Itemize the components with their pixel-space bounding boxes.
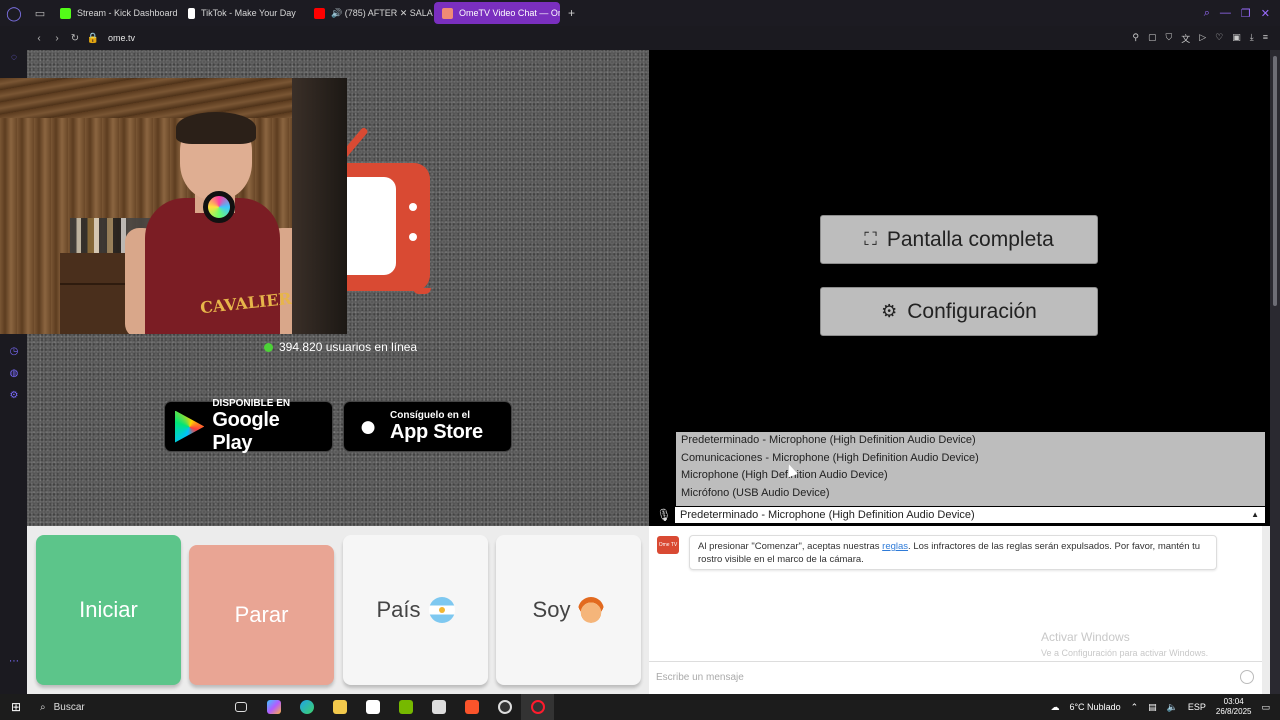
mic-option[interactable]: Microphone (High Definition Audio Device…	[676, 467, 1265, 485]
search-icon: ⌕	[40, 701, 46, 713]
lock-icon: 🔒	[86, 32, 100, 44]
ometv-icon	[442, 7, 453, 19]
new-tab-button[interactable]: +	[560, 6, 583, 20]
settings-icon[interactable]: ⚙	[8, 390, 20, 402]
mic-option[interactable]: Micrófono (USB Audio Device)	[676, 485, 1265, 503]
translate-icon[interactable]: 文	[1181, 32, 1190, 45]
menu-icon[interactable]: ≡	[1263, 32, 1268, 45]
more-icon[interactable]: ⋯	[8, 656, 20, 668]
mail-icon[interactable]	[422, 694, 455, 720]
reload-icon[interactable]: ↻	[66, 33, 84, 44]
taskbar-search[interactable]: ⌕ Buscar	[32, 696, 224, 718]
history-icon[interactable]: ◷	[8, 346, 20, 358]
microphone-icon: 🎙	[656, 507, 672, 522]
activate-windows-watermark: Activar Windows Ve a Configuración para …	[1041, 630, 1209, 658]
message-input[interactable]: Escribe un mensaje	[649, 661, 1262, 691]
online-dot-icon	[264, 342, 273, 352]
wallet-icon[interactable]: ▣	[1232, 32, 1241, 45]
close-icon[interactable]: ✕	[1261, 7, 1270, 20]
player-icon[interactable]: ▷	[1199, 32, 1206, 45]
clock[interactable]: 03:04 26/8/2025	[1216, 697, 1252, 717]
google-play-button[interactable]: DISPONIBLE EN Google Play	[164, 398, 333, 454]
bottom-panel: Iniciar Parar País Soy Ome TV Al presion…	[27, 526, 1270, 694]
apple-icon: ●	[358, 409, 378, 443]
dropdown-arrow-icon: ▲	[1251, 509, 1259, 519]
system-message: Al presionar "Comenzar", aceptas nuestra…	[689, 535, 1217, 570]
tab-youtube[interactable]: 🔊 (785) AFTER ✕ SALA	[306, 2, 434, 24]
fullscreen-button[interactable]: ⛶ Pantalla completa	[820, 215, 1098, 264]
browser-tab-bar: ◯ ▭ Stream - Kick Dashboard TikTok - Mak…	[0, 0, 1280, 26]
task-view-icon[interactable]	[224, 694, 257, 720]
chat-icon[interactable]: ◍	[8, 368, 20, 380]
messenger-icon[interactable]: ◌	[8, 52, 20, 64]
obs-icon[interactable]	[488, 694, 521, 720]
weather-icon: ☁	[1050, 701, 1060, 712]
heart-icon[interactable]: ♡	[1215, 32, 1223, 45]
tab-tiktok[interactable]: TikTok - Make Your Day	[180, 2, 306, 24]
mic-option[interactable]: Comunicaciones - Microphone (High Defini…	[676, 450, 1265, 468]
youtube-icon	[314, 7, 325, 19]
microphone-options: Predeterminado - Microphone (High Defini…	[676, 432, 1265, 506]
address-bar: ‹ › ↻ 🔒 ome.tv ⚲ ▢ ⛉ 文 ▷ ♡ ▣ ⤓ ≡	[0, 26, 1280, 50]
store-icon[interactable]	[356, 694, 389, 720]
snapshot-icon[interactable]: ▢	[1148, 32, 1157, 45]
settings-button[interactable]: ⚙ Configuración	[820, 287, 1098, 336]
shield-icon[interactable]: ⛉	[1165, 32, 1172, 45]
ometv-chat-logo: Ome TV	[657, 536, 679, 554]
kick-icon	[60, 7, 71, 19]
opera-logo-icon[interactable]: ◯	[0, 0, 28, 26]
brave-icon[interactable]	[455, 694, 488, 720]
emoji-icon[interactable]	[1240, 670, 1254, 684]
search-icon[interactable]: ⌕	[1204, 7, 1210, 20]
edge-icon[interactable]	[290, 694, 323, 720]
page-scrollbar[interactable]	[1270, 50, 1280, 694]
file-explorer-icon[interactable]	[323, 694, 356, 720]
nvidia-icon[interactable]	[389, 694, 422, 720]
rules-link[interactable]: reglas	[882, 541, 908, 552]
download-icon[interactable]: ⤓	[1250, 32, 1254, 45]
headphones	[203, 191, 235, 223]
back-icon[interactable]: ‹	[30, 33, 48, 44]
microphone-select[interactable]: Predeterminado - Microphone (High Defini…	[675, 506, 1265, 523]
pin-icon[interactable]: ⚲	[1132, 32, 1139, 45]
google-play-icon	[175, 410, 205, 443]
copilot-icon[interactable]	[257, 694, 290, 720]
opera-icon[interactable]	[521, 694, 554, 720]
volume-icon[interactable]: 🔈	[1167, 702, 1178, 713]
fullscreen-icon: ⛶	[864, 229, 877, 249]
stop-button[interactable]: Parar	[189, 545, 334, 685]
url-field[interactable]: ome.tv	[108, 33, 135, 43]
forward-icon[interactable]: ›	[48, 33, 66, 44]
self-camera: CAVALIERS	[0, 78, 347, 334]
argentina-flag-icon	[428, 597, 455, 623]
start-button[interactable]: Iniciar	[36, 535, 181, 685]
tray-chevron-icon[interactable]: ⌃	[1131, 702, 1139, 713]
tiktok-icon	[188, 7, 195, 19]
tab-kick[interactable]: Stream - Kick Dashboard	[52, 2, 180, 24]
windows-taskbar: ⊞ ⌕ Buscar ☁ 6°C Nublado ⌃ ▤ 🔈 ESP 03:04…	[0, 694, 1280, 720]
country-button[interactable]: País	[343, 535, 488, 685]
tab-ometv[interactable]: OmeTV Video Chat — Om	[434, 2, 560, 24]
tab-overview-icon[interactable]: ▭	[28, 0, 52, 26]
online-counter: 394.820 usuarios en línea	[264, 340, 417, 354]
app-store-button[interactable]: ● Consíguelo en el App Store	[343, 401, 512, 452]
boy-face-icon	[578, 597, 605, 623]
notification-icon[interactable]: ▭	[1261, 702, 1270, 713]
partner-video: e CAVALIERS 394.820 usuarios en línea	[0, 50, 649, 526]
ometv-page: e CAVALIERS 394.820 usuarios en línea	[0, 50, 1270, 694]
chat-area: Ome TV Al presionar "Comenzar", aceptas …	[649, 526, 1262, 694]
windows-start-icon[interactable]: ⊞	[0, 700, 32, 714]
microphone-row: 🎙 Predeterminado - Microphone (High Defi…	[653, 506, 1265, 523]
minimize-icon[interactable]: —	[1220, 7, 1231, 20]
gender-button[interactable]: Soy	[496, 535, 641, 685]
gear-icon: ⚙	[881, 301, 898, 321]
mic-option[interactable]: Predeterminado - Microphone (High Defini…	[676, 432, 1265, 450]
network-icon[interactable]: ▤	[1148, 702, 1157, 713]
restore-icon[interactable]: ❐	[1241, 7, 1251, 20]
